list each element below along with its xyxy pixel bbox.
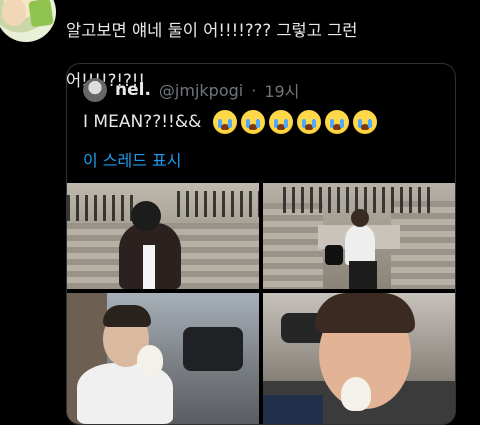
loudly-crying-face-icon bbox=[353, 110, 378, 134]
photo-person bbox=[345, 225, 375, 265]
photo-pants bbox=[349, 261, 377, 289]
quoted-tweet-header: nel. @jmjkpogi · 19시 bbox=[83, 77, 299, 103]
quoted-tweet-time[interactable]: 19시 bbox=[264, 78, 299, 102]
photo-stairs bbox=[391, 201, 455, 289]
avatar-badge bbox=[28, 0, 54, 28]
photo-car bbox=[183, 327, 243, 371]
quoted-author-avatar[interactable] bbox=[83, 78, 107, 102]
media-photo-2[interactable] bbox=[263, 183, 455, 289]
author-avatar[interactable] bbox=[0, 0, 56, 42]
photo-foreground-object bbox=[263, 395, 323, 424]
media-grid bbox=[67, 183, 455, 424]
photo-hair bbox=[315, 293, 415, 333]
quoted-tweet-text-content: I MEAN??!!&& bbox=[83, 112, 202, 132]
media-photo-4[interactable] bbox=[263, 293, 455, 424]
quoted-author-handle[interactable]: @jmjkpogi bbox=[159, 81, 243, 100]
media-photo-3[interactable] bbox=[67, 293, 259, 424]
quoted-author-name[interactable]: nel. bbox=[115, 80, 151, 100]
photo-person-head bbox=[131, 201, 161, 231]
photo-shirt bbox=[143, 245, 155, 289]
photo-stairs bbox=[263, 203, 323, 289]
photo-hair bbox=[103, 305, 151, 327]
tweet-text-line-1: 알고보면 얘네 둘이 어!!!!??? 그렇고 그런 bbox=[66, 21, 358, 40]
photo-railing bbox=[177, 191, 259, 217]
loudly-crying-face-icon bbox=[325, 110, 350, 134]
avatar-face bbox=[2, 0, 26, 26]
photo-bag bbox=[325, 245, 343, 265]
separator-dot: · bbox=[251, 80, 257, 100]
loudly-crying-face-icon bbox=[269, 110, 294, 134]
loudly-crying-face-icon bbox=[241, 110, 266, 134]
photo-ice-cream bbox=[137, 345, 163, 375]
media-photo-1[interactable] bbox=[67, 183, 259, 289]
quoted-tweet-text: I MEAN??!!&& bbox=[83, 110, 378, 134]
photo-railing bbox=[67, 195, 137, 221]
loudly-crying-face-icon bbox=[213, 110, 238, 134]
loudly-crying-face-icon bbox=[297, 110, 322, 134]
emoji-row bbox=[213, 110, 378, 134]
photo-ice-cream bbox=[341, 377, 371, 411]
quoted-tweet-card[interactable]: nel. @jmjkpogi · 19시 I MEAN??!!&& 이 스레드 … bbox=[66, 63, 456, 425]
show-thread-link[interactable]: 이 스레드 표시 bbox=[83, 147, 182, 171]
photo-person-head bbox=[351, 209, 369, 227]
